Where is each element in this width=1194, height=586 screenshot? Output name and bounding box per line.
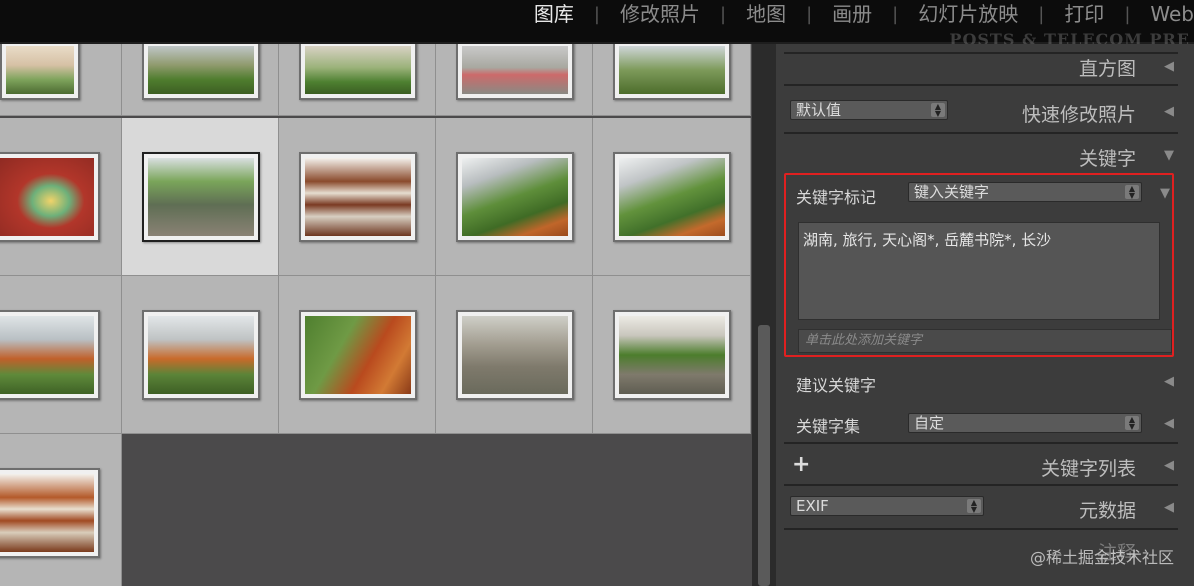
photo-image: [0, 474, 94, 552]
photo-thumbnail[interactable]: [0, 468, 100, 558]
keyword-tags-dropdown[interactable]: 键入关键字 ▲ ▼: [908, 182, 1142, 202]
expand-triangle-icon[interactable]: ▼: [1160, 186, 1170, 201]
photo-thumbnail[interactable]: [0, 44, 80, 100]
grid-cell[interactable]: [0, 118, 122, 276]
keywording-header[interactable]: 关键字: [776, 144, 1194, 171]
grid-cell[interactable]: [0, 434, 122, 586]
photo-thumbnail[interactable]: [613, 310, 731, 400]
panel-divider: [784, 84, 1178, 86]
module-map[interactable]: 地图: [726, 0, 806, 28]
photo-thumbnail[interactable]: [142, 44, 260, 100]
panel-divider: [784, 132, 1178, 134]
grid-cell[interactable]: [593, 44, 751, 116]
grid-cell[interactable]: [279, 118, 436, 276]
photo-image: [305, 158, 411, 236]
grid-cell[interactable]: [436, 118, 593, 276]
module-slideshow[interactable]: 幻灯片放映: [898, 0, 1038, 28]
collapse-triangle-icon[interactable]: ◀: [1164, 104, 1174, 119]
photo-image: [148, 46, 254, 94]
photo-image: [305, 46, 411, 94]
keywording-title: 关键字: [1078, 148, 1136, 170]
photo-thumbnail[interactable]: [0, 310, 100, 400]
photo-image: [148, 158, 254, 236]
photo-thumbnail[interactable]: [299, 310, 417, 400]
right-panel: 直方图 ◀ 默认值 ▲ ▼ 快速修改照片 ◀ 关键字 ▼ 关键字标记 键入关键字 …: [776, 44, 1194, 586]
keywords-text: 湖南, 旅行, 天心阁*, 岳麓书院*, 长沙: [803, 231, 1052, 249]
photo-thumbnail[interactable]: [456, 152, 574, 242]
keyword-tags-label: 关键字标记: [796, 188, 877, 207]
module-picker: 图库 | 修改照片 | 地图 | 画册 | 幻灯片放映 | 打印 | Web: [514, 0, 1194, 28]
photo-thumbnail[interactable]: [299, 44, 417, 100]
collapse-triangle-icon[interactable]: ◀: [1164, 374, 1174, 389]
photo-image: [462, 316, 568, 394]
collapse-triangle-icon[interactable]: ◀: [1164, 59, 1174, 74]
collapse-triangle-icon[interactable]: ◀: [1164, 416, 1174, 431]
photo-thumbnail[interactable]: [299, 152, 417, 242]
grid-cell[interactable]: [122, 44, 279, 116]
add-keyword-field[interactable]: 单击此处添加关键字: [798, 329, 1172, 353]
grid-cell-selected[interactable]: [122, 118, 279, 276]
grid-scrollbar-thumb[interactable]: [758, 325, 770, 586]
histogram-header[interactable]: 直方图: [776, 54, 1194, 81]
keyword-tags-dropdown-value: 键入关键字: [914, 183, 990, 201]
photo-thumbnail[interactable]: [456, 310, 574, 400]
keyword-set-value: 自定: [914, 414, 945, 432]
module-bar: 图库 | 修改照片 | 地图 | 画册 | 幻灯片放映 | 打印 | Web P…: [0, 0, 1194, 49]
photo-image: [0, 158, 94, 236]
quick-develop-header[interactable]: 快速修改照片: [776, 100, 1194, 127]
grid-cell[interactable]: [279, 44, 436, 116]
site-watermark: @稀土掘金技术社区: [1029, 548, 1174, 567]
suggested-keywords-label[interactable]: 建议关键字: [796, 372, 876, 396]
keyword-list-title: 关键字列表: [1040, 458, 1136, 480]
photo-thumbnail[interactable]: [0, 152, 100, 242]
photo-image: [619, 46, 725, 94]
photo-image: [619, 316, 725, 394]
panel-divider: [784, 484, 1178, 486]
module-library[interactable]: 图库: [514, 0, 594, 28]
collapse-triangle-icon[interactable]: ◀: [1164, 458, 1174, 473]
quick-develop-title: 快速修改照片: [1021, 104, 1136, 126]
grid-cell[interactable]: [593, 276, 751, 434]
module-web[interactable]: Web: [1130, 0, 1194, 28]
photo-image: [148, 316, 254, 394]
grid-cell[interactable]: [436, 44, 593, 116]
photo-thumbnail[interactable]: [142, 310, 260, 400]
keywords-text-area[interactable]: 湖南, 旅行, 天心阁*, 岳麓书院*, 长沙: [798, 222, 1160, 320]
grid-cell[interactable]: [279, 276, 436, 434]
module-develop[interactable]: 修改照片: [600, 0, 720, 28]
keyword-set-dropdown[interactable]: 自定 ▲ ▼: [908, 413, 1142, 433]
photo-thumbnail[interactable]: [613, 44, 731, 100]
photo-thumbnail[interactable]: [456, 44, 574, 100]
dropdown-arrows-icon: ▲ ▼: [1125, 185, 1139, 200]
photo-image: [462, 46, 568, 94]
module-print[interactable]: 打印: [1044, 0, 1124, 28]
photo-image: [305, 316, 411, 394]
photo-image: [0, 316, 94, 394]
module-book[interactable]: 画册: [812, 0, 892, 28]
photo-thumbnail[interactable]: [613, 152, 731, 242]
grid-cell[interactable]: [0, 276, 122, 434]
keyword-set-label: 关键字集: [796, 417, 861, 436]
metadata-header[interactable]: 元数据: [776, 496, 1194, 523]
collapse-triangle-icon[interactable]: ◀: [1164, 500, 1174, 515]
photo-image: [6, 46, 74, 94]
expand-triangle-icon[interactable]: ▼: [1164, 148, 1174, 163]
histogram-title: 直方图: [1078, 58, 1136, 80]
keyword-list-header[interactable]: 关键字列表: [776, 454, 1194, 481]
photo-image: [462, 158, 568, 236]
grid-cell[interactable]: [122, 276, 279, 434]
grid-cell[interactable]: [593, 118, 751, 276]
grid-cell[interactable]: [0, 44, 122, 116]
grid-cell[interactable]: [436, 276, 593, 434]
photo-image: [619, 158, 725, 236]
add-keyword-placeholder: 单击此处添加关键字: [805, 333, 923, 348]
panel-divider: [784, 528, 1178, 530]
metadata-title: 元数据: [1078, 500, 1136, 522]
photo-thumbnail-selected[interactable]: [142, 152, 260, 242]
panel-divider: [784, 442, 1178, 444]
dropdown-arrows-icon: ▲ ▼: [1125, 416, 1139, 431]
thumbnail-grid: [0, 44, 752, 586]
